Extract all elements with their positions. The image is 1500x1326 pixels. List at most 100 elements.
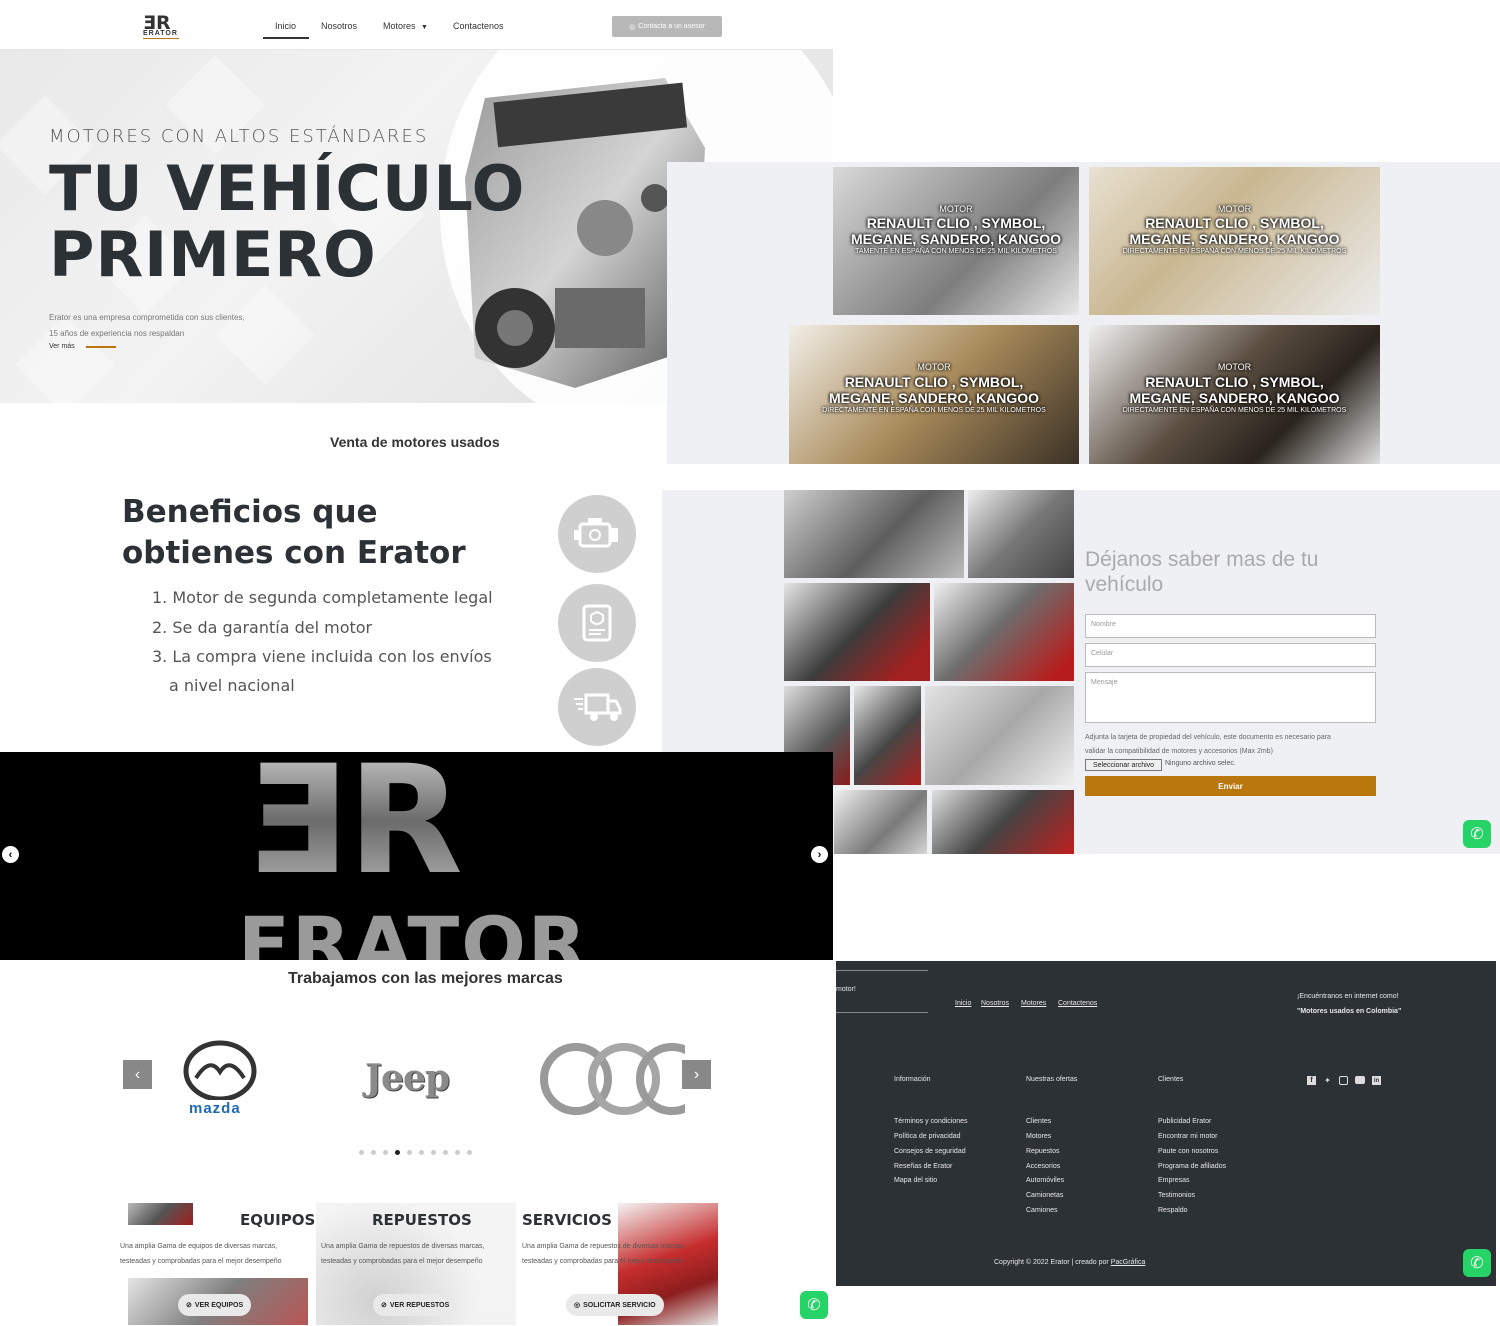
audi-logo[interactable] (540, 1040, 685, 1118)
footer-item[interactable]: Testimonios (1158, 1192, 1195, 1199)
footer-item[interactable]: Política de privacidad (894, 1133, 961, 1140)
youtube-icon[interactable] (1355, 1076, 1365, 1084)
engine-photo (784, 490, 964, 578)
site-footer: motor! Inicio Nosotros Motores Contacten… (836, 961, 1496, 1286)
carousel-dot[interactable] (371, 1150, 376, 1155)
logo-wordmark: ERATOR (143, 30, 178, 37)
card-desc-line2: testeadas y comprobadas para el mejor de… (321, 1258, 483, 1265)
footer-item[interactable]: Accesorios (1026, 1163, 1060, 1170)
tile-subtitle: DIRECTAMENTE EN ESPAÑA CON MENOS DE 25 M… (822, 407, 1046, 414)
instagram-icon[interactable] (1339, 1076, 1348, 1085)
tile-title-line1: RENAULT CLIO , SYMBOL, (1145, 215, 1324, 231)
footer-item[interactable]: Términos y condiciones (894, 1118, 968, 1125)
footer-item[interactable]: Paute con nosotros (1158, 1148, 1218, 1155)
nav-link-motores[interactable]: Motores ▼ (383, 21, 428, 31)
hero-eyebrow: MOTORES CON ALTOS ESTÁNDARES (49, 126, 429, 147)
footer-item[interactable]: Programa de afiliados (1158, 1163, 1226, 1170)
whatsapp-float-button[interactable]: ✆ (1463, 820, 1491, 848)
whatsapp-float-button[interactable]: ✆ (800, 1291, 828, 1319)
video-prev-button[interactable]: ‹ (2, 846, 19, 863)
whatsapp-icon: ✆ (807, 1297, 821, 1314)
twitter-icon[interactable]: ✦ (1323, 1076, 1332, 1085)
engine-photo (854, 686, 921, 785)
nav-link-nosotros[interactable]: Nosotros (321, 21, 357, 31)
carousel-dot[interactable] (431, 1150, 436, 1155)
carousel-dot-active[interactable] (395, 1150, 400, 1155)
hero-title-line2: PRIMERO (49, 218, 377, 291)
carousel-dot[interactable] (359, 1150, 364, 1155)
check-circle-icon: ⊘ (186, 1302, 192, 1309)
footer-link-nosotros[interactable]: Nosotros (981, 1000, 1009, 1007)
mazda-logo[interactable]: mazda (180, 1040, 260, 1120)
phone-field[interactable]: Celular (1085, 643, 1376, 667)
name-field[interactable]: Nombre (1085, 614, 1376, 638)
carousel-dot[interactable] (383, 1150, 388, 1155)
whatsapp-icon: ◎ (629, 23, 636, 31)
gallery-tile[interactable]: MOTOR RENAULT CLIO , SYMBOL, MEGANE, SAN… (1089, 325, 1380, 464)
brand-video-banner[interactable]: ƎR ERATOR ‹ › (0, 752, 833, 960)
footer-item[interactable]: Camiones (1026, 1207, 1058, 1214)
svg-text:ƎR: ƎR (245, 752, 463, 908)
gallery-tile[interactable]: MOTOR RENAULT CLIO , SYMBOL, MEGANE, SAN… (1089, 167, 1380, 315)
brands-title: Trabajamos con las mejores marcas (288, 970, 563, 987)
jeep-logo[interactable]: Jeep (365, 1057, 450, 1099)
credit-link[interactable]: PacGráfica (1111, 1259, 1146, 1266)
carousel-dot[interactable] (419, 1150, 424, 1155)
benefit-item: 2. Se da garantía del motor (152, 618, 373, 637)
contact-advisor-button[interactable]: ◎ Contacta a un asesor (612, 16, 722, 37)
linkedin-icon[interactable]: in (1372, 1076, 1381, 1085)
carousel-dot[interactable] (407, 1150, 412, 1155)
view-equipment-button[interactable]: ⊘ VER EQUIPOS (178, 1294, 252, 1316)
tile-title-line2: MEGANE, SANDERO, KANGOO (828, 390, 1039, 406)
footer-item[interactable]: Empresas (1158, 1177, 1190, 1184)
brands-next-button[interactable]: › (682, 1060, 711, 1089)
nav-link-inicio[interactable]: Inicio (275, 21, 296, 31)
gallery-tile[interactable]: MOTOR RENAULT CLIO , SYMBOL, MEGANE, SAN… (833, 167, 1079, 315)
request-service-button[interactable]: ◎ SOLICITAR SERVICIO (566, 1294, 664, 1316)
card-equipos: EQUIPOS Una amplia Gama de equipos de di… (118, 1203, 318, 1325)
footer-item[interactable]: Mapa del sitio (894, 1177, 937, 1184)
facebook-icon[interactable]: f (1307, 1076, 1316, 1085)
footer-item[interactable]: Respaldo (1158, 1207, 1188, 1214)
video-next-button[interactable]: › (811, 846, 828, 863)
nav-link-motores-label: Motores (383, 21, 416, 31)
message-field[interactable]: Mensaje (1085, 672, 1376, 723)
footer-item[interactable]: Clientes (1026, 1118, 1051, 1125)
whatsapp-float-button[interactable]: ✆ (1463, 1249, 1491, 1277)
view-parts-button[interactable]: ⊘ VER REPUESTOS (373, 1294, 458, 1316)
erator-logo[interactable]: ƎR ERATOR (140, 10, 184, 42)
footer-link-motores[interactable]: Motores (1021, 1000, 1046, 1007)
social-icons: f ✦ in (1307, 1076, 1381, 1085)
tile-kind: MOTOR (1217, 204, 1252, 214)
footer-item[interactable]: Encontrar mi motor (1158, 1133, 1218, 1140)
footer-item[interactable]: Repuestos (1026, 1148, 1059, 1155)
nav-link-contactenos[interactable]: Contactenos (453, 21, 504, 31)
tile-subtitle: DIRECTAMENTE EN ESPAÑA CON MENOS DE 25 M… (1122, 407, 1347, 414)
footer-link-inicio[interactable]: Inicio (955, 1000, 971, 1007)
tile-kind: MOTOR (1217, 362, 1252, 372)
footer-item[interactable]: Consejos de seguridad (894, 1148, 966, 1155)
footer-item[interactable]: Motores (1026, 1133, 1051, 1140)
footer-item[interactable]: Camionetas (1026, 1192, 1063, 1199)
brands-prev-button[interactable]: ‹ (123, 1060, 152, 1089)
file-upload-button[interactable]: Seleccionar archivo (1085, 759, 1162, 771)
footer-item[interactable]: Automóviles (1026, 1177, 1064, 1184)
footer-item[interactable]: Reseñas de Erator (894, 1163, 952, 1170)
footer-link-contactenos[interactable]: Contactenos (1058, 1000, 1097, 1007)
carousel-dot[interactable] (467, 1150, 472, 1155)
benefit-item-continued: a nivel nacional (169, 676, 295, 695)
jeep-wordmark: Jeep (365, 1057, 450, 1099)
carousel-dot[interactable] (455, 1150, 460, 1155)
engine-photo (784, 583, 930, 681)
video-logo-wordmark: ERATOR (238, 900, 589, 961)
carousel-dot[interactable] (443, 1150, 448, 1155)
engine-photo (934, 583, 1074, 681)
footer-item[interactable]: Publicidad Erator (1158, 1118, 1211, 1125)
tile-kind: MOTOR (917, 362, 951, 372)
delivery-truck-icon (558, 668, 636, 746)
submit-button[interactable]: Enviar (1085, 776, 1376, 796)
mazda-wordmark: mazda (189, 1100, 241, 1117)
gallery-tile[interactable]: MOTOR RENAULT CLIO , SYMBOL, MEGANE, SAN… (789, 325, 1079, 464)
contact-advisor-label: Contacta a un asesor (638, 23, 705, 30)
hero-more-link[interactable]: Ver más (49, 343, 75, 350)
